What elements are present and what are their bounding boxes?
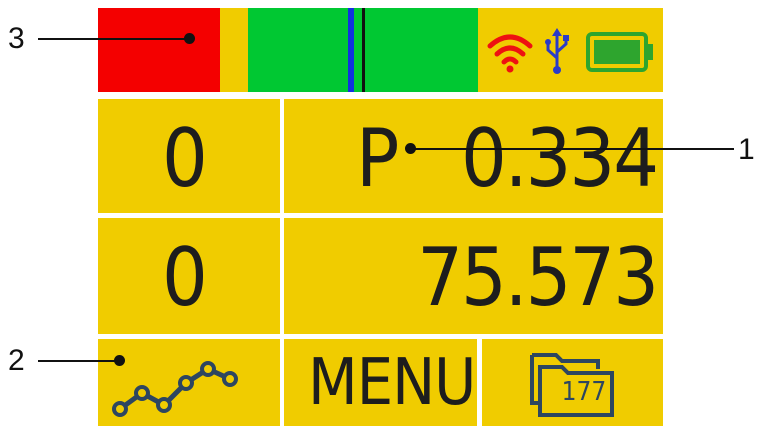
callout-line-3 <box>38 38 190 40</box>
callout-label-2: 2 <box>8 344 25 377</box>
row1-main-cell: P 0.334 <box>284 99 663 213</box>
callout-label-3: 3 <box>8 22 25 55</box>
alarm-indicator <box>98 8 220 92</box>
row2-left-value: 0 <box>162 231 208 324</box>
measurement-mode-prefix: P <box>356 112 400 205</box>
row1-left-cell: 0 <box>98 99 280 213</box>
line-chart-icon <box>112 361 238 417</box>
usb-icon <box>545 28 569 74</box>
primary-reading: 0.334 <box>461 112 659 205</box>
callout-label-1: 1 <box>738 133 755 166</box>
chart-button[interactable] <box>98 339 280 426</box>
battery-icon <box>586 32 653 72</box>
level-gap <box>220 8 248 92</box>
level-marker-black <box>362 8 365 92</box>
menu-label: MENU <box>308 346 476 420</box>
callout-dot-3 <box>184 33 195 44</box>
file-count: 177 <box>561 377 607 407</box>
callout-dot-2 <box>114 355 125 366</box>
level-marker-blue <box>348 8 354 92</box>
row1-left-value: 0 <box>162 112 208 205</box>
wifi-icon <box>487 34 533 73</box>
files-button[interactable]: 177 <box>482 339 663 426</box>
callout-line-1 <box>410 148 734 150</box>
row2-left-cell: 0 <box>98 218 280 334</box>
callout-dot-1 <box>405 143 416 154</box>
callout-line-2 <box>38 360 120 362</box>
row2-main-cell: 75.573 <box>284 218 663 334</box>
secondary-reading: 75.573 <box>417 231 659 324</box>
menu-button[interactable]: MENU <box>284 339 477 426</box>
status-bar <box>98 8 663 92</box>
